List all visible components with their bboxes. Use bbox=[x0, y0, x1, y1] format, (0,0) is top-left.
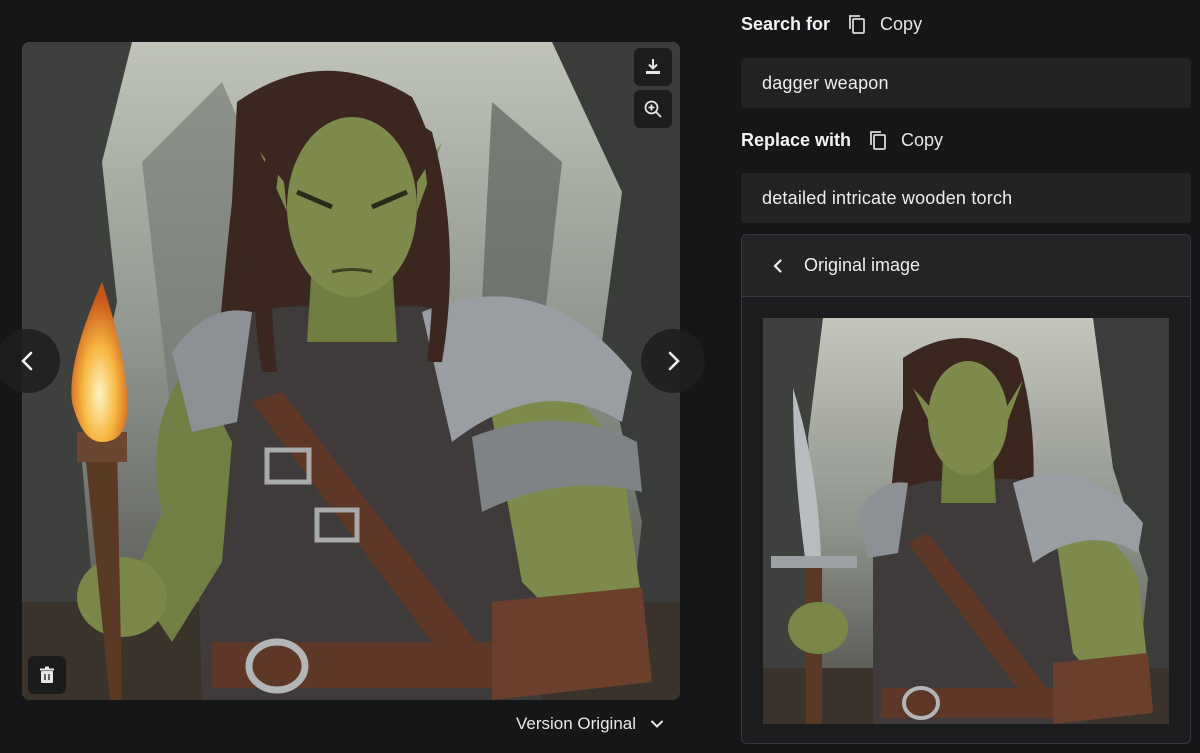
replace-with-value: detailed intricate wooden torch bbox=[762, 187, 1013, 208]
search-for-value: dagger weapon bbox=[762, 72, 889, 93]
download-icon bbox=[646, 59, 660, 74]
copy-search-label: Copy bbox=[880, 13, 923, 34]
zoom-in-button[interactable] bbox=[634, 90, 672, 128]
generated-image-viewer[interactable] bbox=[22, 42, 680, 700]
original-image-panel: Original image bbox=[741, 234, 1191, 744]
download-button[interactable] bbox=[634, 48, 672, 86]
replace-with-field[interactable]: detailed intricate wooden torch bbox=[741, 173, 1191, 223]
trash-icon bbox=[40, 666, 54, 683]
chevron-down-icon bbox=[651, 720, 664, 728]
next-image-button[interactable] bbox=[641, 329, 705, 393]
original-image-title: Original image bbox=[804, 255, 921, 275]
search-for-row: Search for Copy bbox=[741, 10, 922, 38]
search-for-field[interactable]: dagger weapon bbox=[741, 58, 1191, 108]
chevron-left-icon[interactable] bbox=[770, 258, 786, 274]
original-image-thumbnail bbox=[763, 318, 1169, 724]
replace-with-label: Replace with bbox=[741, 129, 852, 150]
delete-button[interactable] bbox=[28, 656, 66, 694]
copy-replace-button[interactable]: Copy bbox=[867, 129, 943, 151]
zoom-in-icon bbox=[644, 100, 662, 118]
copy-icon bbox=[870, 131, 886, 150]
copy-replace-label: Copy bbox=[901, 129, 944, 150]
original-orc-image bbox=[763, 318, 1169, 724]
replace-with-row: Replace with Copy bbox=[741, 126, 943, 154]
original-image-header[interactable]: Original image bbox=[742, 235, 1190, 297]
copy-icon bbox=[849, 15, 865, 34]
search-for-label: Search for bbox=[741, 13, 831, 34]
chevron-right-icon bbox=[668, 351, 680, 371]
generated-orc-image bbox=[22, 42, 680, 700]
version-selected-label: Version Original bbox=[516, 714, 637, 733]
copy-search-button[interactable]: Copy bbox=[846, 13, 922, 35]
version-dropdown[interactable]: Version Original bbox=[516, 710, 664, 738]
chevron-left-icon bbox=[21, 351, 33, 371]
